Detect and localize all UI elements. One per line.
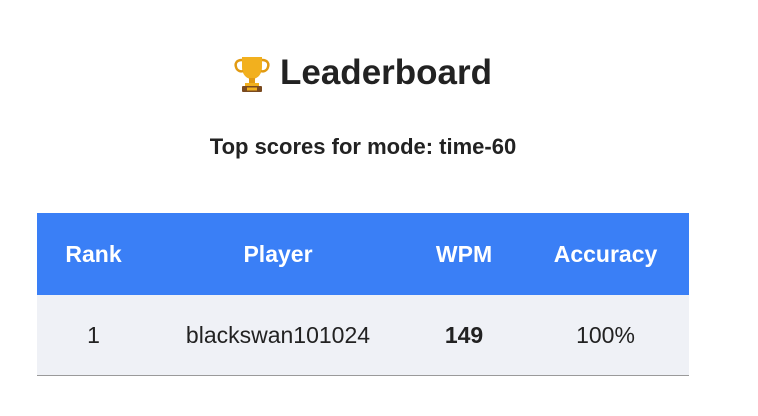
leaderboard-table: Rank Player WPM Accuracy 1 blackswan1010… (37, 213, 689, 376)
subtitle: Top scores for mode: time-60 (209, 134, 517, 159)
title-text: Leaderboard (280, 53, 492, 92)
table-row: 1 blackswan101024 149 100% (37, 295, 689, 376)
page-title: Leaderboard (0, 50, 726, 96)
column-header-accuracy: Accuracy (522, 213, 689, 295)
wpm-cell: 149 (406, 295, 522, 376)
rank-cell: 1 (37, 295, 150, 376)
accuracy-cell: 100% (522, 295, 689, 376)
table-header: Rank Player WPM Accuracy (37, 213, 689, 295)
player-cell: blackswan101024 (150, 295, 406, 376)
column-header-rank: Rank (37, 213, 150, 295)
trophy-icon (234, 57, 270, 92)
column-header-player: Player (150, 213, 406, 295)
column-header-wpm: WPM (406, 213, 522, 295)
